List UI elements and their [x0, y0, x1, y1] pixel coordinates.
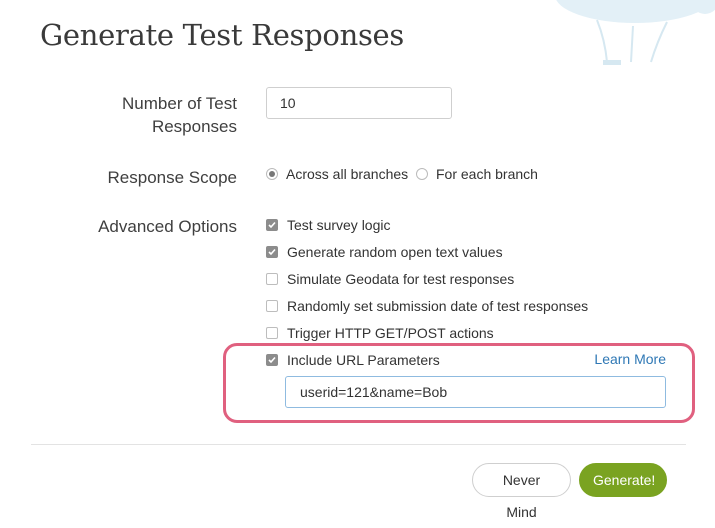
radio-button[interactable] [416, 168, 428, 180]
radio-across-all-branches[interactable]: Across all branches [266, 166, 408, 182]
radio-label: For each branch [436, 166, 538, 182]
option-simulate-geodata[interactable]: Simulate Geodata for test responses [266, 271, 514, 287]
learn-more-link[interactable]: Learn More [594, 351, 666, 367]
radio-button[interactable] [266, 168, 278, 180]
option-label: Randomly set submission date of test res… [287, 298, 589, 314]
option-label: Test survey logic [287, 217, 391, 233]
checkbox[interactable] [266, 246, 278, 258]
num-responses-label: Number of Test Responses [122, 94, 237, 136]
page-title: Generate Test Responses [40, 18, 404, 52]
option-label: Trigger HTTP GET/POST actions [287, 325, 494, 341]
check-icon [268, 356, 276, 364]
option-label: Include URL Parameters [287, 352, 440, 368]
response-scope-label: Response Scope [107, 168, 237, 187]
check-icon [268, 248, 276, 256]
checkbox[interactable] [266, 219, 278, 231]
checkbox[interactable] [266, 327, 278, 339]
option-label: Simulate Geodata for test responses [287, 271, 515, 287]
hot-air-balloon-illustration [556, 0, 715, 65]
option-test-survey-logic[interactable]: Test survey logic [266, 217, 390, 233]
url-parameters-input[interactable] [285, 376, 666, 408]
option-label: Generate random open text values [287, 244, 503, 260]
check-icon [268, 221, 276, 229]
generate-button[interactable]: Generate! [579, 463, 667, 497]
checkbox[interactable] [266, 273, 278, 285]
option-random-submission-date[interactable]: Randomly set submission date of test res… [266, 298, 588, 314]
radio-label: Across all branches [286, 166, 409, 182]
checkbox[interactable] [266, 354, 278, 366]
advanced-options-label: Advanced Options [98, 217, 237, 236]
option-random-open-text[interactable]: Generate random open text values [266, 244, 503, 260]
never-mind-button[interactable]: Never Mind [472, 463, 571, 520]
radio-for-each-branch[interactable]: For each branch [416, 166, 538, 182]
checkbox[interactable] [266, 300, 278, 312]
option-include-url-parameters[interactable]: Include URL Parameters [266, 352, 440, 368]
footer-divider [31, 444, 686, 445]
num-responses-input[interactable] [266, 87, 452, 119]
option-trigger-http-actions[interactable]: Trigger HTTP GET/POST actions [266, 325, 494, 341]
